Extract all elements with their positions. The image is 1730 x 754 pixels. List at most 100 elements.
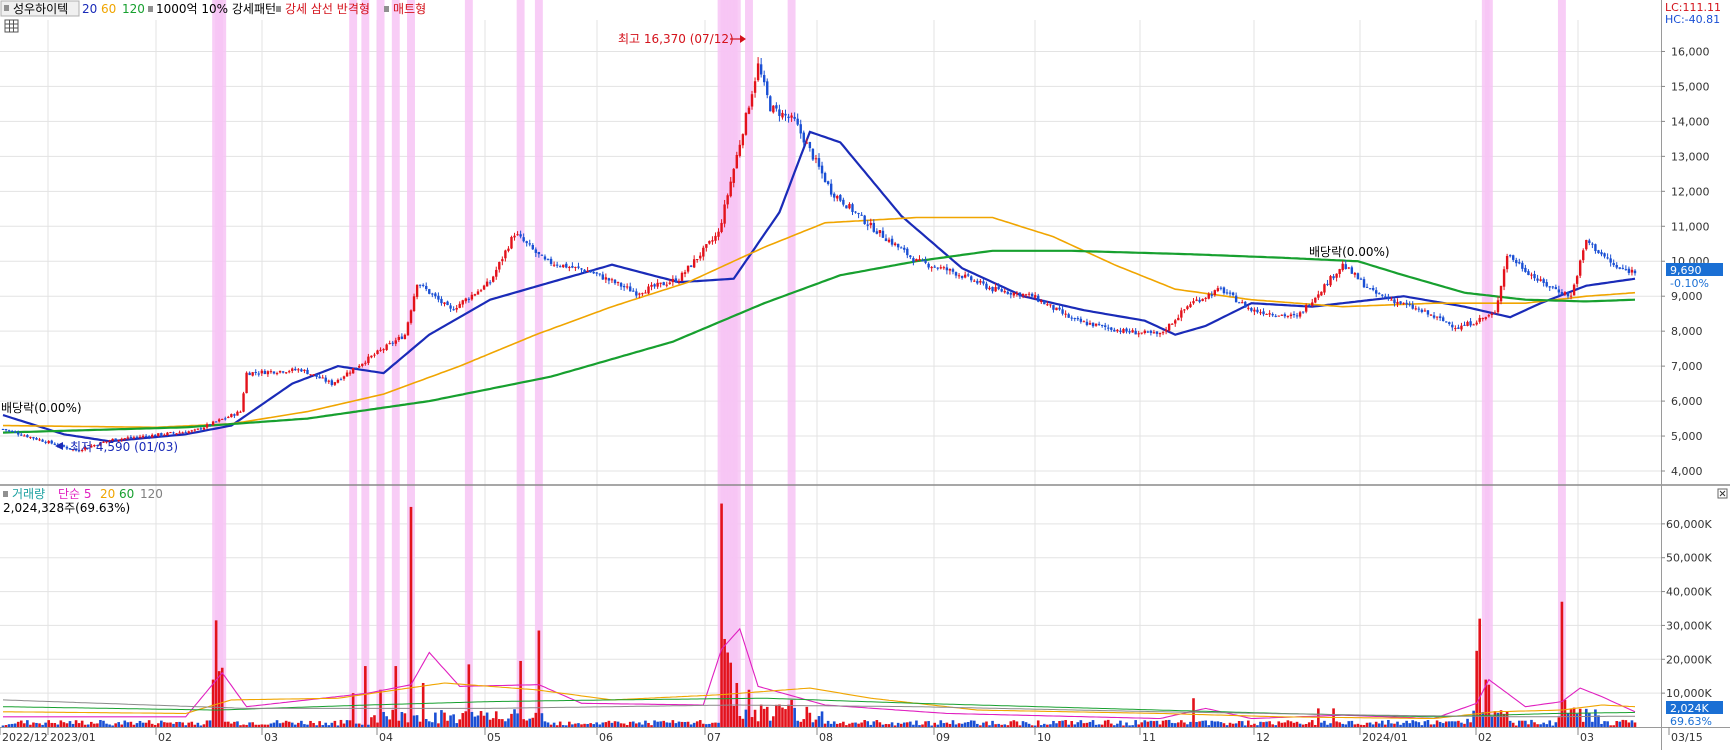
volume-bar bbox=[683, 722, 687, 727]
candle-body bbox=[17, 432, 20, 435]
volume-bar bbox=[163, 722, 166, 727]
volume-bar bbox=[893, 725, 897, 727]
candle-body bbox=[342, 376, 346, 379]
candle-body bbox=[552, 264, 556, 266]
volume-bar bbox=[918, 725, 921, 727]
volume-bar bbox=[1584, 708, 1588, 727]
highlight-band bbox=[218, 0, 227, 727]
volume-bar bbox=[248, 722, 251, 727]
candle-body bbox=[1122, 329, 1125, 333]
volume-bar bbox=[942, 723, 946, 727]
volume-bar bbox=[214, 620, 218, 727]
volume-bar bbox=[976, 723, 979, 727]
candle-body bbox=[583, 269, 586, 273]
candle-body bbox=[948, 268, 952, 271]
candle-body bbox=[464, 298, 468, 302]
candle-body bbox=[1119, 330, 1122, 333]
candle-body bbox=[960, 275, 964, 278]
candle-body bbox=[1481, 318, 1484, 320]
candle-body bbox=[129, 436, 133, 438]
volume-bar bbox=[50, 722, 54, 727]
close-icon[interactable] bbox=[1717, 488, 1728, 499]
candle-body bbox=[1633, 270, 1637, 274]
candle-body bbox=[595, 272, 598, 274]
volume-bar bbox=[1219, 722, 1223, 727]
candle-body bbox=[421, 284, 425, 286]
volume-bar bbox=[175, 722, 178, 727]
volume-bar bbox=[525, 720, 529, 727]
candle-body bbox=[1493, 312, 1497, 314]
candle-body bbox=[1457, 327, 1460, 329]
table-icon[interactable] bbox=[4, 19, 19, 33]
candle-body bbox=[1463, 324, 1466, 326]
candle-body bbox=[601, 274, 605, 280]
volume-bar bbox=[77, 723, 81, 727]
volume-bar bbox=[443, 712, 446, 727]
price-tick-label: 9,000 bbox=[1671, 290, 1703, 303]
candle-body bbox=[373, 354, 376, 356]
candle-body bbox=[1219, 287, 1223, 289]
candle-body bbox=[723, 204, 726, 224]
highlight-band bbox=[1484, 0, 1493, 727]
candle-body bbox=[473, 294, 477, 296]
volume-bar bbox=[281, 722, 285, 727]
candle-body bbox=[351, 368, 355, 374]
volume-bar bbox=[641, 724, 644, 727]
candle-body bbox=[540, 254, 544, 256]
candle-body bbox=[711, 240, 714, 242]
candle-body bbox=[613, 279, 617, 284]
candle-body bbox=[1134, 330, 1137, 335]
volume-bar bbox=[1240, 721, 1244, 727]
volume-bar bbox=[1140, 722, 1144, 727]
candle-body bbox=[610, 279, 614, 281]
volume-bar bbox=[239, 725, 242, 727]
date-tick-label: 10 bbox=[1037, 731, 1051, 744]
candle-body bbox=[1259, 312, 1262, 314]
volume-bar bbox=[138, 720, 142, 727]
volume-bar bbox=[1594, 709, 1597, 727]
volume-bar bbox=[1420, 725, 1424, 727]
volume-bar bbox=[327, 725, 331, 727]
candle-body bbox=[479, 290, 483, 292]
candle-body bbox=[221, 418, 224, 420]
volume-bar bbox=[1457, 720, 1460, 727]
volume-bar bbox=[659, 721, 662, 727]
candle-body bbox=[437, 295, 440, 300]
candle-body bbox=[324, 377, 327, 382]
volume-bar bbox=[1380, 720, 1384, 727]
candle-body bbox=[662, 282, 665, 286]
candle-body bbox=[1445, 321, 1448, 323]
volume-bar bbox=[613, 721, 617, 727]
volume-bar bbox=[1100, 724, 1104, 727]
volume-bar bbox=[336, 725, 340, 727]
candle-body bbox=[516, 234, 519, 236]
volume-bar bbox=[105, 723, 108, 727]
volume-bar bbox=[205, 720, 209, 727]
date-tick-label: 02 bbox=[1478, 731, 1492, 744]
candle-body bbox=[485, 281, 489, 287]
volume-bar bbox=[1210, 720, 1214, 727]
volume-bar bbox=[546, 722, 550, 727]
volume-bar bbox=[1088, 721, 1092, 727]
candle-body bbox=[53, 443, 56, 445]
volume-bar bbox=[510, 713, 513, 727]
volume-bar bbox=[951, 720, 955, 727]
volume-bar bbox=[388, 719, 391, 727]
candle-body bbox=[692, 259, 696, 268]
volume-bar bbox=[421, 682, 425, 727]
volume-bar bbox=[1250, 724, 1253, 727]
candle-body bbox=[394, 340, 397, 344]
candle-body bbox=[281, 371, 285, 373]
volume-bar bbox=[531, 717, 535, 727]
chart-canvas[interactable]: 4,0005,0006,0007,0008,0009,00010,00011,0… bbox=[0, 0, 1730, 750]
volume-bar bbox=[166, 722, 169, 727]
volume-bar bbox=[1049, 724, 1052, 727]
candle-body bbox=[1365, 286, 1369, 288]
candle-body bbox=[817, 158, 821, 167]
candle-body bbox=[492, 276, 495, 282]
candle-body bbox=[1624, 269, 1628, 271]
stock-name[interactable]: 성우하이텍 bbox=[13, 2, 68, 16]
candle-body bbox=[741, 134, 745, 146]
candle-body bbox=[1107, 327, 1110, 329]
volume-bar bbox=[811, 722, 815, 727]
